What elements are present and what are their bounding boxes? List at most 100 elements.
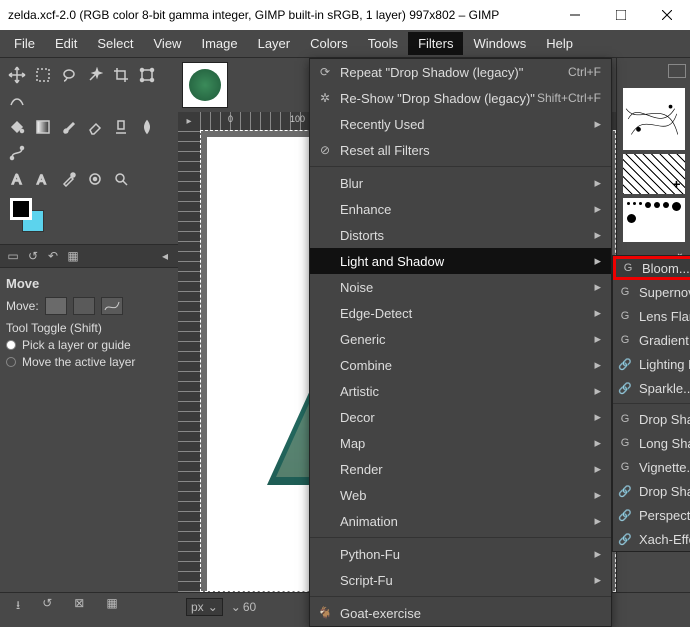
text-icon[interactable]: A [5, 167, 29, 191]
menu-help[interactable]: Help [536, 32, 583, 55]
separator [310, 537, 611, 538]
bucket-icon[interactable] [5, 115, 29, 139]
menu-item-light-and-shadow[interactable]: Light and Shadow▸ [310, 248, 611, 274]
menu-item-generic[interactable]: Generic▸ [310, 326, 611, 352]
status-save-icon[interactable]: ⭳ [16, 596, 20, 617]
submenu-item-supernova[interactable]: GSupernova... [613, 280, 690, 304]
dock-config-icon[interactable] [668, 64, 686, 78]
tab-device-icon[interactable]: ↺ [24, 247, 42, 265]
menu-edit[interactable]: Edit [45, 32, 87, 55]
submenu-item-gradient-flare[interactable]: GGradient Flare... [613, 328, 690, 352]
gradient-icon[interactable] [31, 115, 55, 139]
submenu-item-lighting-effects[interactable]: 🔗Lighting Effects... [613, 352, 690, 376]
clone-icon[interactable] [109, 115, 133, 139]
menu-item-recently-used[interactable]: Recently Used▸ [310, 111, 611, 137]
submenu-item-bloom[interactable]: GBloom... [613, 256, 690, 280]
chevron-right-icon: ▸ [594, 461, 601, 477]
eraser-icon[interactable] [83, 115, 107, 139]
radio-pick-layer[interactable]: Pick a layer or guide [6, 338, 172, 352]
options-title: Move [6, 276, 172, 291]
submenu-item-drop-shadow-legacy[interactable]: 🔗Drop Shadow (legacy)... [613, 479, 690, 503]
tab-images-icon[interactable]: ▦ [64, 247, 82, 265]
menu-item-combine[interactable]: Combine▸ [310, 352, 611, 378]
submenu-item-drop-shadow[interactable]: GDrop Shadow... [613, 407, 690, 431]
smudge-icon[interactable] [135, 115, 159, 139]
menu-item-reset-all-filters[interactable]: ⊘Reset all Filters [310, 137, 611, 163]
menu-item-enhance[interactable]: Enhance▸ [310, 196, 611, 222]
left-panel: A A ▭ ↺ ↶ ▦ ◂ Move Move: [0, 58, 178, 592]
menu-item-blur[interactable]: Blur▸ [310, 170, 611, 196]
move-tool-icon[interactable] [5, 63, 29, 87]
ruler-vertical[interactable] [178, 130, 200, 592]
path-icon[interactable] [5, 141, 29, 165]
crop-icon[interactable] [109, 63, 133, 87]
menu-item-re-show-drop-shadow-legacy[interactable]: ✲Re-Show "Drop Shadow (legacy)"Shift+Ctr… [310, 85, 611, 111]
menu-bar: FileEditSelectViewImageLayerColorsToolsF… [0, 30, 690, 58]
submenu-item-perspective[interactable]: 🔗Perspective... [613, 503, 690, 527]
menu-colors[interactable]: Colors [300, 32, 358, 55]
brush-grid[interactable] [623, 198, 685, 242]
submenu-item-xach-effect[interactable]: 🔗Xach-Effect... [613, 527, 690, 551]
menu-item-distorts[interactable]: Distorts▸ [310, 222, 611, 248]
gegl-icon: G [618, 461, 632, 473]
menu-windows[interactable]: Windows [463, 32, 536, 55]
image-tab-thumb[interactable] [182, 62, 228, 108]
menu-item-render[interactable]: Render▸ [310, 456, 611, 482]
wand-icon[interactable] [83, 63, 107, 87]
brush-preview[interactable] [623, 88, 685, 150]
color-swatches[interactable] [10, 198, 46, 234]
gegl-icon: G [618, 310, 632, 322]
tab-menu-icon[interactable]: ◂ [156, 247, 174, 265]
menu-item-animation[interactable]: Animation▸ [310, 508, 611, 534]
submenu-item-sparkle[interactable]: 🔗Sparkle... [613, 376, 690, 400]
radio-move-active[interactable]: Move the active layer [6, 355, 172, 369]
move-mode-selection[interactable] [73, 297, 95, 315]
pattern-preview[interactable]: + [623, 154, 685, 194]
menu-item-goat-exercise[interactable]: 🐐Goat-exercise [310, 600, 611, 626]
measure-icon[interactable] [83, 167, 107, 191]
picker-icon[interactable] [57, 167, 81, 191]
unit-select[interactable]: px ⌄ [186, 598, 223, 616]
move-mode-path[interactable] [101, 297, 123, 315]
tab-tool-options-icon[interactable]: ▭ [4, 247, 22, 265]
menu-item-edge-detect[interactable]: Edge-Detect▸ [310, 300, 611, 326]
warp-icon[interactable] [5, 89, 29, 113]
ruler-toggle-icon[interactable]: ▸ [178, 112, 200, 130]
submenu-item-lens-flare[interactable]: GLens Flare... [613, 304, 690, 328]
minimize-button[interactable] [552, 0, 598, 30]
menu-layer[interactable]: Layer [248, 32, 301, 55]
menu-item-decor[interactable]: Decor▸ [310, 404, 611, 430]
rect-select-icon[interactable] [31, 63, 55, 87]
menu-file[interactable]: File [4, 32, 45, 55]
lasso-icon[interactable] [57, 63, 81, 87]
status-delete-icon[interactable]: ⊠ [74, 596, 84, 617]
brush-icon[interactable] [57, 115, 81, 139]
fg-color-swatch[interactable] [10, 198, 32, 220]
submenu-item-long-shadow[interactable]: GLong Shadow... [613, 431, 690, 455]
text2-icon[interactable]: A [31, 167, 55, 191]
menu-item-web[interactable]: Web▸ [310, 482, 611, 508]
submenu-item-vignette[interactable]: GVignette... [613, 455, 690, 479]
menu-item-repeat-drop-shadow-legacy[interactable]: ⟳Repeat "Drop Shadow (legacy)"Ctrl+F [310, 59, 611, 85]
menu-item-artistic[interactable]: Artistic▸ [310, 378, 611, 404]
status-refresh-icon[interactable]: ↺ [42, 596, 52, 617]
svg-text:A: A [12, 171, 22, 187]
zoom-icon[interactable] [109, 167, 133, 191]
move-mode-layer[interactable] [45, 297, 67, 315]
maximize-button[interactable] [598, 0, 644, 30]
menu-item-python-fu[interactable]: Python-Fu▸ [310, 541, 611, 567]
menu-view[interactable]: View [144, 32, 192, 55]
menu-item-script-fu[interactable]: Script-Fu▸ [310, 567, 611, 593]
status-grid-icon[interactable]: ▦ [106, 596, 117, 617]
zoom-control[interactable]: ⌄ 60 [231, 600, 256, 614]
menu-image[interactable]: Image [191, 32, 247, 55]
close-button[interactable] [644, 0, 690, 30]
tab-undo-icon[interactable]: ↶ [44, 247, 62, 265]
transform-icon[interactable] [135, 63, 159, 87]
chevron-right-icon: ▸ [594, 409, 601, 425]
menu-filters[interactable]: Filters [408, 32, 463, 55]
menu-item-noise[interactable]: Noise▸ [310, 274, 611, 300]
menu-select[interactable]: Select [87, 32, 143, 55]
menu-tools[interactable]: Tools [358, 32, 408, 55]
menu-item-map[interactable]: Map▸ [310, 430, 611, 456]
